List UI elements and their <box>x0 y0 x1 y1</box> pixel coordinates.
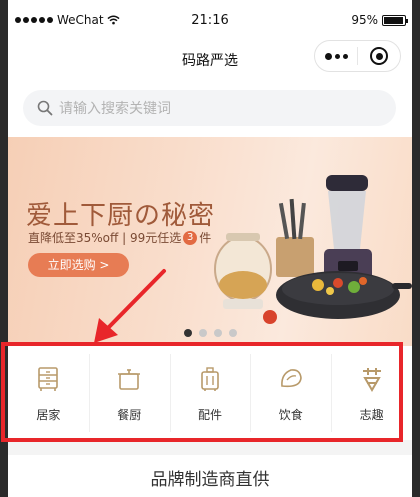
promo-banner[interactable]: 爱上下厨の秘密 直降低至35%off | 99元任选 3 件 立即选购 > <box>8 137 412 346</box>
cabinet-icon <box>38 367 59 391</box>
carousel-dot[interactable] <box>183 329 192 337</box>
snack-icon <box>280 369 302 388</box>
category-nav: 居家 餐厨 配件 饮食 志趣 <box>8 346 412 440</box>
category-food[interactable]: 饮食 <box>250 346 331 440</box>
search-input[interactable]: 请输入搜索关键词 <box>23 90 396 126</box>
carousel-dot[interactable] <box>198 329 207 337</box>
status-bar: WeChat 21:16 95% <box>8 0 412 42</box>
search-placeholder: 请输入搜索关键词 <box>59 101 171 117</box>
category-label: 志趣 <box>359 408 384 422</box>
category-label: 配件 <box>197 408 222 422</box>
more-menu-button[interactable] <box>315 47 358 65</box>
category-hobby[interactable]: 志趣 <box>331 346 412 440</box>
status-right: 95% <box>351 13 408 27</box>
category-accessories[interactable]: 配件 <box>169 346 251 440</box>
close-circle-icon <box>370 47 388 65</box>
carousel-indicator <box>8 329 412 337</box>
phone-screen: WeChat 21:16 95% 码路严选 请输入搜索关键词 爱上下厨の秘密 直… <box>8 0 412 497</box>
carousel-dot[interactable] <box>213 329 222 337</box>
category-label: 餐厨 <box>117 408 142 422</box>
brand-section-title: 品牌制造商直供 <box>150 470 270 490</box>
suitcase-icon <box>201 367 219 391</box>
battery-icon <box>382 14 408 26</box>
kitchen-products-illustration <box>214 175 412 324</box>
category-home[interactable]: 居家 <box>8 346 89 440</box>
close-miniprogram-button[interactable] <box>358 41 400 71</box>
pot-icon <box>118 369 141 390</box>
nav-bar: 码路严选 <box>8 38 412 82</box>
category-label: 饮食 <box>278 408 303 422</box>
battery-fill <box>384 16 403 24</box>
brand-section: 品牌制造商直供 <box>8 455 412 497</box>
category-kitchen[interactable]: 餐厨 <box>88 346 170 440</box>
miniprogram-capsule <box>314 40 401 72</box>
search-section: 请输入搜索关键词 <box>8 82 412 137</box>
hobby-icon <box>362 368 381 392</box>
battery-percent: 95% <box>351 13 378 27</box>
carousel-dot[interactable] <box>228 329 237 337</box>
category-label: 居家 <box>36 408 61 422</box>
search-icon <box>37 100 53 116</box>
